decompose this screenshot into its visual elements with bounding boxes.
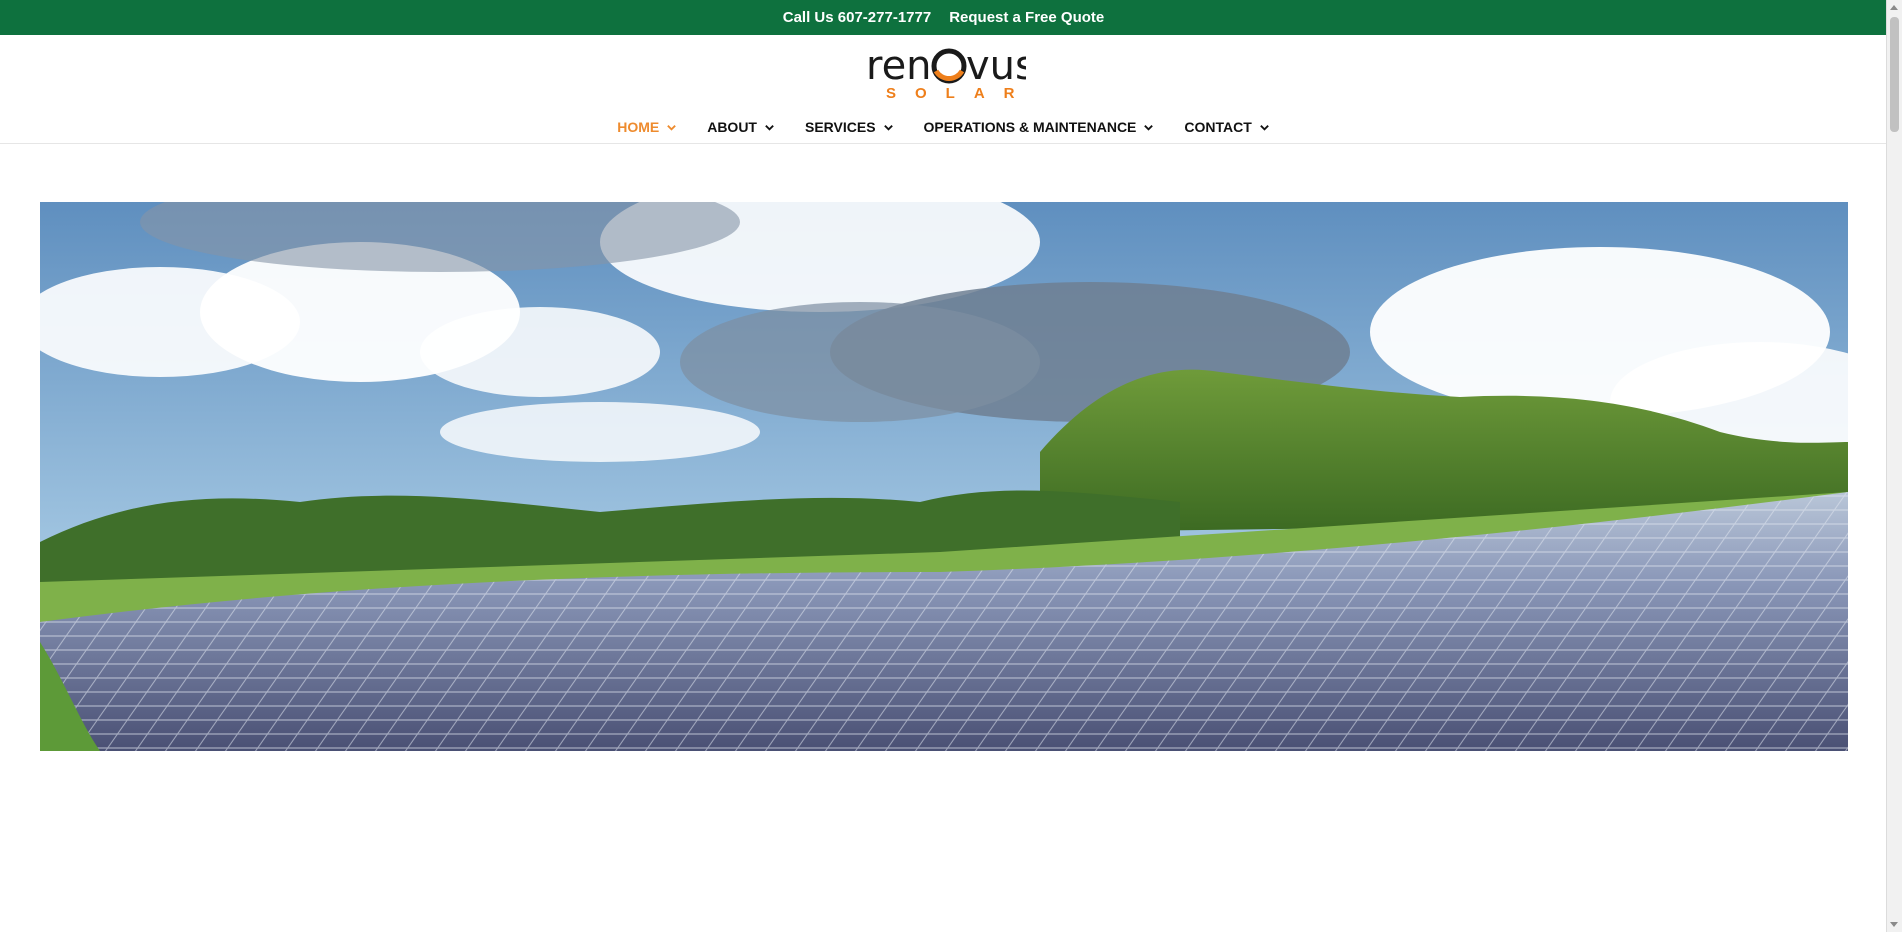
nav-item-label: OPERATIONS & MAINTENANCE (923, 119, 1137, 135)
nav-item-about[interactable]: ABOUT (707, 119, 775, 135)
site-header: ren vus SOLAR HOME ABOUT SERVICES OPERAT… (0, 35, 1887, 144)
logo-word-ren: ren (866, 43, 932, 89)
logo-sun-arc (933, 69, 965, 82)
nav-item-label: HOME (617, 119, 660, 135)
chevron-down-icon (667, 124, 677, 131)
scroll-up-icon[interactable] (1890, 5, 1898, 10)
nav-item-label: SERVICES (804, 119, 876, 135)
nav-item-label: CONTACT (1184, 119, 1252, 135)
nav-item-label: ABOUT (707, 119, 757, 135)
hero-solar-farm-image (40, 202, 1848, 751)
chevron-down-icon (883, 124, 893, 131)
call-us-link[interactable]: Call Us 607-277-1777 (783, 9, 931, 26)
nav-item-home[interactable]: HOME (617, 119, 677, 135)
vertical-scrollbar[interactable] (1886, 0, 1902, 932)
chevron-down-icon (1144, 124, 1154, 131)
logo-subtext: SOLAR (886, 85, 1026, 101)
chevron-down-icon (1259, 124, 1269, 131)
nav-item-operations-maintenance[interactable]: OPERATIONS & MAINTENANCE (924, 119, 1155, 135)
solar-farm-photo (40, 202, 1848, 751)
chevron-down-icon (765, 124, 774, 131)
scroll-down-icon[interactable] (1890, 922, 1898, 927)
scrollbar-thumb[interactable] (1890, 17, 1899, 132)
logo-graphic: ren vus SOLAR (866, 43, 1036, 102)
top-contact-bar: Call Us 607-277-1777 Request a Free Quot… (0, 0, 1887, 35)
main-navigation: HOME ABOUT SERVICES OPERATIONS & MAINTEN… (0, 112, 1887, 142)
nav-item-contact[interactable]: CONTACT (1184, 119, 1269, 135)
renovus-solar-logo[interactable]: ren vus SOLAR (866, 43, 1036, 102)
nav-item-services[interactable]: SERVICES (805, 119, 894, 135)
logo-word-vus: vus (966, 43, 1026, 89)
request-quote-link[interactable]: Request a Free Quote (949, 9, 1104, 26)
